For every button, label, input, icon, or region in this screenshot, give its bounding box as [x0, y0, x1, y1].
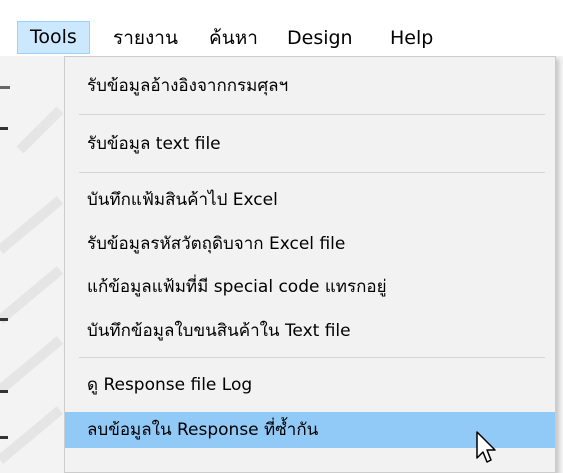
menu-item-import-material-codes-excel[interactable]: รับข้อมูลรหัสวัตถุดิบจาก Excel file [65, 226, 555, 262]
menu-item-import-text-file[interactable]: รับข้อมูล text file [65, 126, 555, 162]
menu-design[interactable]: Design [287, 22, 353, 55]
mouse-pointer-icon [476, 431, 496, 463]
menu-report[interactable]: รายงาน [113, 22, 178, 55]
menu-item-view-response-log[interactable]: ดู Response file Log [65, 367, 555, 403]
menu-help[interactable]: Help [390, 22, 433, 55]
menu-separator [79, 114, 545, 115]
menu-bar: Tools รายงาน ค้นหา Design Help [0, 0, 563, 56]
menu-tools[interactable]: Tools [17, 21, 90, 54]
tools-dropdown-menu: รับข้อมูลอ้างอิงจากกรมศุลฯ รับข้อมูล tex… [64, 56, 556, 473]
menu-search[interactable]: ค้นหา [209, 22, 258, 55]
menu-item-export-products-excel[interactable]: บันทึกแฟ้มสินค้าไป Excel [65, 182, 555, 218]
menu-item-save-declaration-text-file[interactable]: บันทึกข้อมูลใบขนสินค้าใน Text file [65, 313, 555, 349]
menu-separator [79, 172, 545, 173]
menu-separator [79, 357, 545, 358]
menu-item-import-customs-reference[interactable]: รับข้อมูลอ้างอิงจากกรมศุลฯ [65, 68, 555, 104]
menu-item-fix-special-code-files[interactable]: แก้ข้อมูลแฟ้มที่มี special code แทรกอยู่ [65, 269, 555, 305]
